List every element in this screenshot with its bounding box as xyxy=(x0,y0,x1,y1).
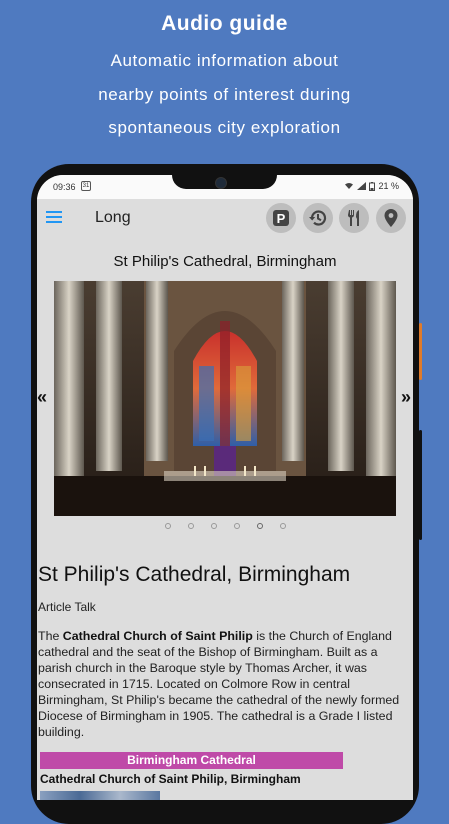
battery-icon xyxy=(369,181,376,191)
article-body: The Cathedral Church of Saint Philip is … xyxy=(38,628,403,740)
content-area: St Philip's Cathedral, Birmingham « » St… xyxy=(37,241,413,800)
place-photo[interactable] xyxy=(54,281,396,516)
carousel-dots xyxy=(37,523,413,529)
promo-title: Audio guide xyxy=(161,12,288,35)
menu-icon[interactable] xyxy=(46,211,64,227)
phone-side-button xyxy=(419,430,422,540)
history-icon xyxy=(309,210,327,226)
wifi-icon xyxy=(345,183,354,189)
article-tabs[interactable]: Article Talk xyxy=(38,600,96,614)
location-button[interactable] xyxy=(376,203,406,233)
infobox-title: Birmingham Cathedral xyxy=(40,752,343,769)
article-intro-bold: Cathedral Church of Saint Philip xyxy=(62,629,253,643)
infobox-subtitle: Cathedral Church of Saint Philip, Birmin… xyxy=(40,772,301,786)
article-title: St Philip's Cathedral, Birmingham xyxy=(38,563,351,586)
restaurant-button[interactable] xyxy=(339,203,369,233)
restaurant-icon xyxy=(348,210,359,226)
phone-screen: 09:36 31 21 % Long P St Philip's Cathedr… xyxy=(37,175,413,800)
promo-line-1: Automatic information about xyxy=(110,51,339,70)
next-arrow[interactable]: » xyxy=(401,387,411,408)
status-indicators: 21 % xyxy=(344,181,399,191)
front-camera xyxy=(215,177,227,189)
article-intro-pre: The xyxy=(38,629,63,643)
prev-arrow[interactable]: « xyxy=(37,387,47,408)
notification-icon: 31 xyxy=(81,181,91,191)
parking-button[interactable]: P xyxy=(266,203,296,233)
location-pin-icon xyxy=(384,209,398,227)
carousel-dot[interactable] xyxy=(187,523,194,529)
history-button[interactable] xyxy=(303,203,333,233)
carousel-dot[interactable] xyxy=(233,523,240,529)
app-bar: Long P xyxy=(37,199,413,241)
carousel-dot[interactable] xyxy=(210,523,217,529)
article-intro-post: is the Church of England cathedral and t… xyxy=(38,629,400,739)
phone-side-button-orange xyxy=(419,323,422,380)
svg-text:P: P xyxy=(277,211,286,226)
infobox-image xyxy=(40,791,160,800)
status-time: 09:36 xyxy=(53,182,76,192)
promo-line-3: spontaneous city exploration xyxy=(108,118,341,137)
carousel-dot-active[interactable] xyxy=(256,523,263,529)
carousel-dot[interactable] xyxy=(279,523,286,529)
app-title: Long xyxy=(95,209,131,226)
cathedral-photo xyxy=(54,281,396,516)
parking-icon: P xyxy=(273,210,289,226)
carousel-dot[interactable] xyxy=(164,523,171,529)
signal-icon xyxy=(357,182,367,190)
place-title: St Philip's Cathedral, Birmingham xyxy=(113,253,337,270)
battery-percent: 21 % xyxy=(378,181,399,191)
promo-line-2: nearby points of interest during xyxy=(98,85,351,104)
